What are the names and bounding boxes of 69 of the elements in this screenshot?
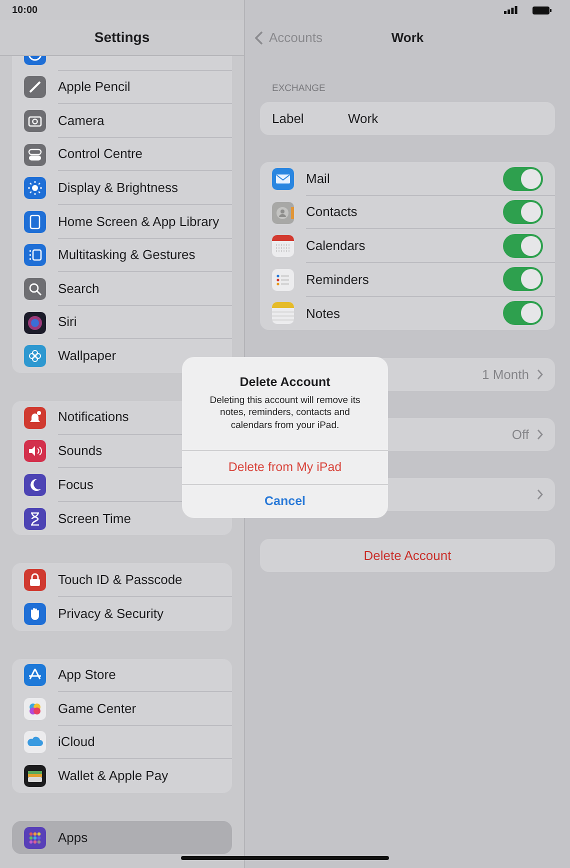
multitasking-icon	[24, 244, 46, 266]
battery-icon	[532, 6, 552, 14]
flower-icon	[24, 345, 46, 368]
toggles-icon	[24, 144, 46, 166]
signal-icon	[504, 6, 518, 14]
sidebar-item[interactable]: App Store	[12, 658, 232, 692]
orb-icon	[24, 312, 46, 334]
row-value: 1 Month	[482, 366, 529, 384]
toggle-switch[interactable]	[503, 166, 543, 191]
sidebar-item[interactable]: Privacy & Security	[12, 596, 232, 630]
tablet-icon	[24, 210, 46, 233]
search-icon	[24, 278, 46, 300]
service-label: Calendars	[306, 236, 366, 255]
label-row[interactable]: Label Work	[260, 102, 555, 136]
service-label: Contacts	[306, 203, 358, 222]
sidebar-item[interactable]: Game Center	[12, 692, 232, 726]
toggle-switch[interactable]	[503, 301, 543, 326]
chevron-icon	[537, 429, 543, 440]
calendar-icon	[272, 235, 294, 258]
service-label: Notes	[306, 304, 340, 323]
chevron-icon	[537, 369, 543, 380]
delete-button[interactable]: Delete from My iPad	[182, 450, 388, 484]
hourglass-icon	[24, 508, 46, 530]
speaker-icon	[24, 440, 46, 462]
sidebar-item[interactable]: Camera	[12, 104, 232, 138]
back-chevron-icon	[255, 31, 263, 45]
moon-icon	[24, 474, 46, 496]
notepad-icon	[272, 302, 294, 324]
contact-card-icon	[272, 202, 294, 224]
camera-icon	[24, 110, 46, 132]
toggle-switch[interactable]	[503, 200, 543, 224]
sidebar-item[interactable]: Wallet & Apple Pay	[12, 759, 232, 793]
bubbles-icon	[24, 698, 46, 720]
row-label: Label	[272, 110, 305, 128]
cloud-icon	[24, 731, 46, 754]
page-title: Work	[391, 29, 424, 48]
apps-grid-icon	[24, 826, 46, 849]
lock-icon	[24, 569, 46, 592]
bell-icon	[24, 406, 46, 429]
chevron-icon	[537, 489, 543, 500]
sun-icon	[24, 177, 46, 200]
cancel-button[interactable]: Cancel	[182, 484, 388, 518]
wallet-icon	[24, 765, 46, 788]
sidebar-title: Settings	[94, 28, 150, 47]
sidebar-item[interactable]: Siri	[12, 306, 232, 340]
section-header: EXCHANGE	[271, 82, 326, 96]
sidebar-item[interactable]: Search	[12, 272, 232, 306]
sidebar-item[interactable]: Touch ID & Passcode	[12, 563, 232, 597]
sidebar-item[interactable]: Home Screen & App Library	[12, 204, 232, 239]
sidebar-item[interactable]: Wallpaper	[12, 339, 232, 373]
sidebar-item[interactable]: iCloud	[12, 726, 232, 760]
app-store-icon	[24, 664, 46, 686]
service-label: Reminders	[306, 270, 369, 289]
delete-account-button[interactable]: Delete Account	[260, 539, 555, 572]
hand-icon	[24, 602, 46, 625]
sidebar-item[interactable]: Multitasking & Gestures	[12, 238, 232, 272]
toggle-switch[interactable]	[503, 234, 543, 258]
pencil-icon	[24, 76, 46, 98]
sidebar-item[interactable]: Apple Pencil	[12, 70, 232, 104]
sidebar-item[interactable]: Apps	[12, 820, 232, 854]
status-time: 10:00	[12, 4, 38, 18]
checklist-icon	[272, 268, 294, 291]
envelope-icon	[272, 168, 294, 190]
row-value: Off	[512, 426, 529, 444]
sidebar-item[interactable]: Display & Brightness	[12, 171, 232, 205]
sidebar-item[interactable]: Control Centre	[12, 138, 232, 172]
service-label: Mail	[306, 170, 330, 188]
toggle-switch[interactable]	[503, 267, 543, 292]
row-value: Work	[348, 110, 378, 128]
